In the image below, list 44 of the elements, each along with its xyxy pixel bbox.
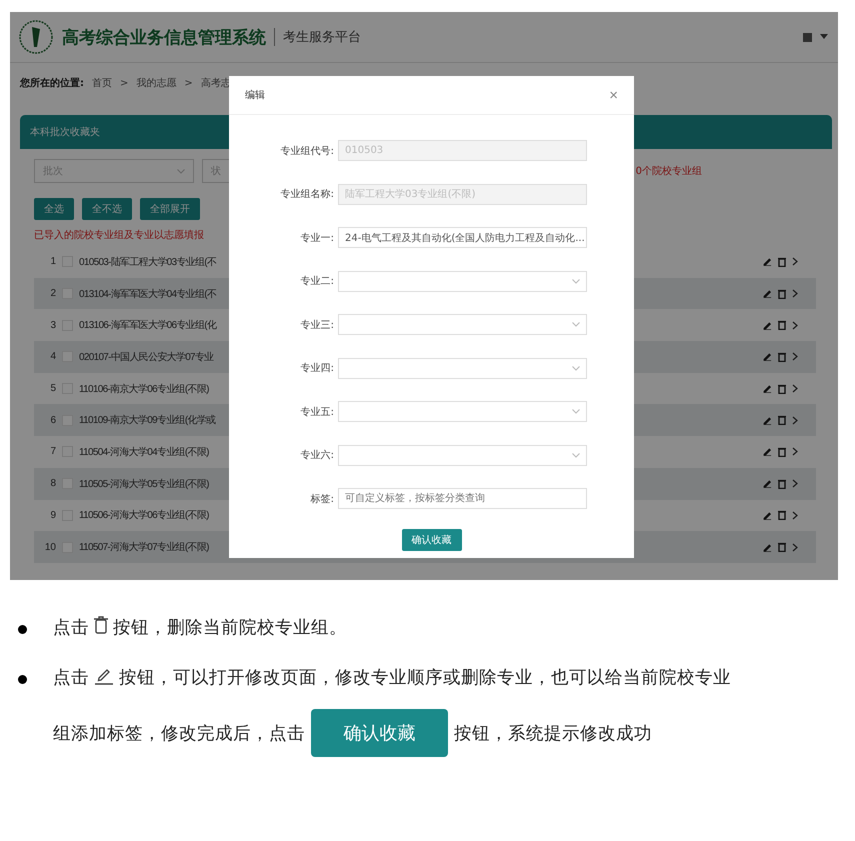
field-label: 专业二: — [300, 274, 334, 288]
row-text: 013104-海军军医大学04专业组(不 — [79, 288, 216, 301]
instruction-text: 点击 — [53, 667, 89, 689]
field-label: 专业六: — [300, 448, 334, 462]
row-number: 6 — [49, 414, 56, 426]
row-text: 110109-南京大学09专业组(化学或 — [79, 414, 216, 428]
app-title: 高考综合业务信息管理系统 — [62, 26, 266, 48]
instruction-text: 点击 — [53, 617, 89, 639]
breadcrumb-separator: > — [120, 78, 128, 88]
breadcrumb-separator: > — [184, 78, 193, 88]
instruction-text: 按钮，可以打开修改页面，修改专业顺序或删除专业，也可以给当前院校专业 — [119, 667, 731, 689]
row-number: 4 — [49, 351, 56, 362]
row-number: 2 — [49, 288, 56, 300]
instruction-text: 组添加标签，修改完成后，点击 — [53, 723, 305, 745]
row-number: 9 — [49, 510, 56, 521]
row-number: 10 — [44, 542, 56, 553]
row-text: 013106-海军军医大学06专业组(化 — [79, 318, 216, 332]
row-text: 020107-中国人民公安大学07专业 — [79, 350, 214, 364]
dialog-title: 编辑 — [245, 88, 265, 102]
row-text: 110504-河海大学04专业组(不限) — [79, 446, 209, 459]
notice-text: 0个院校专业组 — [636, 164, 702, 178]
breadcrumb-label: 您所在的位置: — [20, 76, 84, 90]
field-label: 专业四: — [300, 362, 334, 376]
notice-text: 已导入的院校专业组及专业以志愿填报 — [34, 228, 204, 242]
row-text: 110506-河海大学06专业组(不限) — [79, 508, 209, 522]
field-label: 专业组代号: — [280, 144, 334, 158]
field-label: 专业组名称: — [280, 188, 334, 202]
row-number: 1 — [49, 256, 56, 268]
row-text: 110507-河海大学07专业组(不限) — [79, 540, 209, 554]
app-subtitle: 考生服务平台 — [283, 29, 361, 46]
instruction-text: 按钮，系统提示修改成功 — [454, 723, 652, 745]
row-text: 110106-南京大学06专业组(不限) — [79, 382, 209, 396]
row-number: 3 — [49, 320, 56, 331]
panel-title: 本科批次收藏夹 — [30, 126, 100, 139]
row-text: 110505-河海大学05专业组(不限) — [79, 478, 209, 491]
field-label: 专业一: — [300, 232, 334, 245]
row-number: 5 — [49, 383, 56, 394]
field-label: 专业三: — [300, 318, 334, 332]
instruction-text: 按钮，删除当前院校专业组。 — [113, 617, 347, 639]
row-text: 010503-陆军工程大学03专业组(不 — [79, 256, 216, 269]
row-number: 7 — [49, 446, 56, 458]
row-number: 8 — [49, 478, 56, 490]
field-label: 标签: — [310, 492, 334, 506]
field-label: 专业五: — [300, 406, 334, 419]
